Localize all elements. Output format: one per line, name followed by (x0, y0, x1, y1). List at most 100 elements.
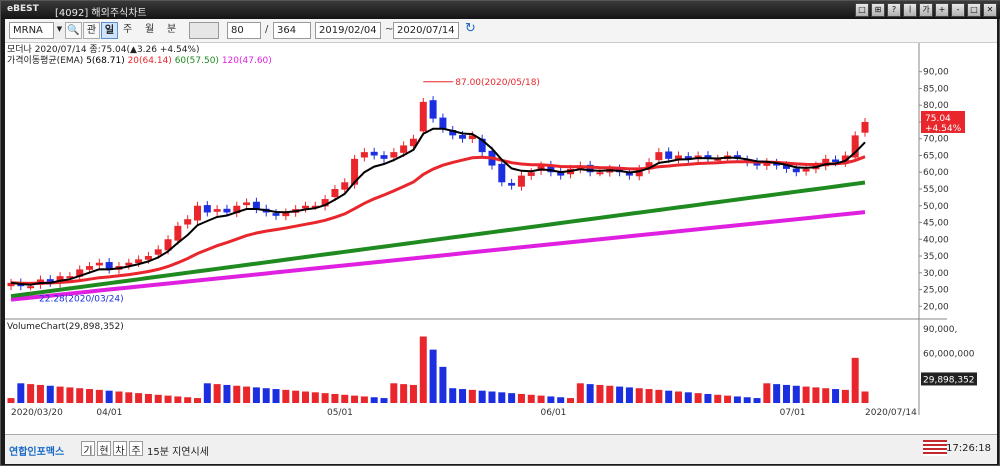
close-button[interactable]: ✕ (983, 3, 997, 17)
candle-body (154, 249, 162, 255)
candle-body (665, 151, 673, 159)
volume-bar (360, 396, 368, 403)
status-button[interactable]: 현 (97, 441, 111, 457)
candle-body (390, 152, 398, 158)
candle-body (459, 135, 467, 139)
volume-bar (822, 388, 830, 403)
minimize-button[interactable]: ‑ (951, 3, 965, 17)
price-axis-label: 50,00 (923, 202, 949, 212)
volume-bar (272, 389, 280, 403)
volume-bar (782, 384, 790, 403)
volume-bar (468, 389, 476, 403)
volume-bar (252, 387, 260, 403)
candle-body (213, 209, 221, 212)
volume-bar (36, 384, 44, 403)
window-button[interactable]: □ (855, 3, 869, 17)
volume-bar (311, 392, 319, 403)
candle-body (517, 175, 525, 187)
volume-bar (674, 391, 682, 403)
candle-body (655, 152, 663, 161)
volume-bar (812, 387, 820, 403)
volume-bar (596, 384, 604, 403)
volume-bar (439, 366, 447, 403)
volume-bar (135, 393, 143, 403)
volume-bar (321, 393, 329, 403)
price-axis-label: 35,00 (923, 252, 949, 262)
candle-body (429, 100, 437, 119)
window-button[interactable]: ㅣ (903, 3, 917, 17)
help-button[interactable]: ? (887, 3, 901, 17)
symbol-dropdown-icon[interactable]: ▼ (53, 22, 65, 39)
volume-bar (351, 395, 359, 403)
clock: 17:26:18 (946, 443, 991, 454)
price-axis-label: 55,00 (923, 185, 949, 195)
volume-bar (517, 393, 525, 403)
legend: 모더나 2020/07/14 종:75.04(▲3.26 +4.54%) 가격이… (7, 45, 272, 67)
volume-bar (390, 383, 398, 403)
volume-bar (86, 389, 94, 403)
volume-bar (233, 385, 241, 403)
price-axis-label: 20,00 (923, 302, 949, 312)
interval-select[interactable] (189, 22, 219, 39)
ema60-line (10, 180, 866, 299)
candle-body (272, 213, 280, 216)
price-axis-label: 60,00 (923, 168, 949, 178)
volume-bar (213, 384, 221, 403)
volume-bar (802, 386, 810, 403)
price-axis-label: 90,00 (923, 68, 949, 78)
volume-bar (341, 394, 349, 403)
price-volume-chart[interactable]: 90,0085,0080,0075,0070,0065,0060,0055,00… (5, 43, 997, 434)
maximize-button[interactable]: □ (967, 3, 981, 17)
status-bar: 연합인포맥스 기 현 차 주 15분 지연시세 17:26:18 (5, 434, 997, 464)
volume-bar (665, 390, 673, 403)
high-annotation: 87.00(2020/05/18) (455, 78, 540, 88)
volume-bar (753, 398, 761, 403)
volume-bar (616, 386, 624, 403)
period-button-weekly[interactable]: 주 (123, 22, 132, 39)
font-button[interactable]: 가 (919, 3, 933, 17)
ebest-logo: eBEST (7, 4, 39, 14)
candle-body (243, 202, 251, 206)
volume-bar (498, 392, 506, 403)
period-button-관[interactable]: 관 (83, 22, 100, 39)
x-axis-label: 06/01 (540, 408, 566, 418)
status-button[interactable]: 기 (81, 441, 95, 457)
volume-bar (459, 389, 467, 403)
date-to-input[interactable]: 2020/07/14 (393, 22, 459, 39)
period-button-monthly[interactable]: 월 (145, 22, 154, 39)
candle-body (223, 208, 231, 213)
candle-body (596, 172, 604, 175)
volume-bar (704, 393, 712, 403)
volume-bar (184, 397, 192, 403)
volume-bar (301, 391, 309, 403)
legend-price-line: 모더나 2020/07/14 종:75.04(▲3.26 +4.54%) (7, 45, 200, 55)
period-button-daily[interactable]: 일 (101, 22, 118, 39)
volume-bar (56, 386, 64, 403)
period-button-minute[interactable]: 분 (167, 22, 176, 39)
status-button[interactable]: 주 (129, 441, 143, 457)
price-axis-label: 40,00 (923, 235, 949, 245)
volume-bar (635, 388, 643, 403)
refresh-icon[interactable]: ↻ (465, 22, 476, 39)
volume-bar (449, 388, 457, 403)
volume-bar (7, 398, 15, 403)
candle-body (331, 189, 339, 198)
total-count: 364 (273, 22, 311, 39)
window-button[interactable]: ⊞ (871, 3, 885, 17)
price-axis-label: 45,00 (923, 219, 949, 229)
candle-body (341, 182, 349, 190)
search-icon[interactable]: 🔍 (65, 22, 82, 39)
legend-ema-line: 가격이동평균(EMA) 5(68.71) 20(64.14) 60(57.50)… (7, 56, 272, 67)
volume-bar (861, 391, 869, 403)
count-input[interactable]: 80 (227, 22, 261, 39)
status-button[interactable]: 차 (113, 441, 127, 457)
volume-bar (773, 384, 781, 403)
legend-ema-label: 가격이동평균(EMA) (7, 56, 84, 66)
candle-body (86, 266, 94, 270)
volume-bar (832, 389, 840, 403)
volume-bar (17, 383, 25, 403)
date-from-input[interactable]: 2019/02/04 (315, 22, 381, 39)
zoom-in-button[interactable]: + (935, 3, 949, 17)
symbol-input[interactable]: MRNA (9, 22, 59, 39)
candle-body (144, 256, 152, 260)
